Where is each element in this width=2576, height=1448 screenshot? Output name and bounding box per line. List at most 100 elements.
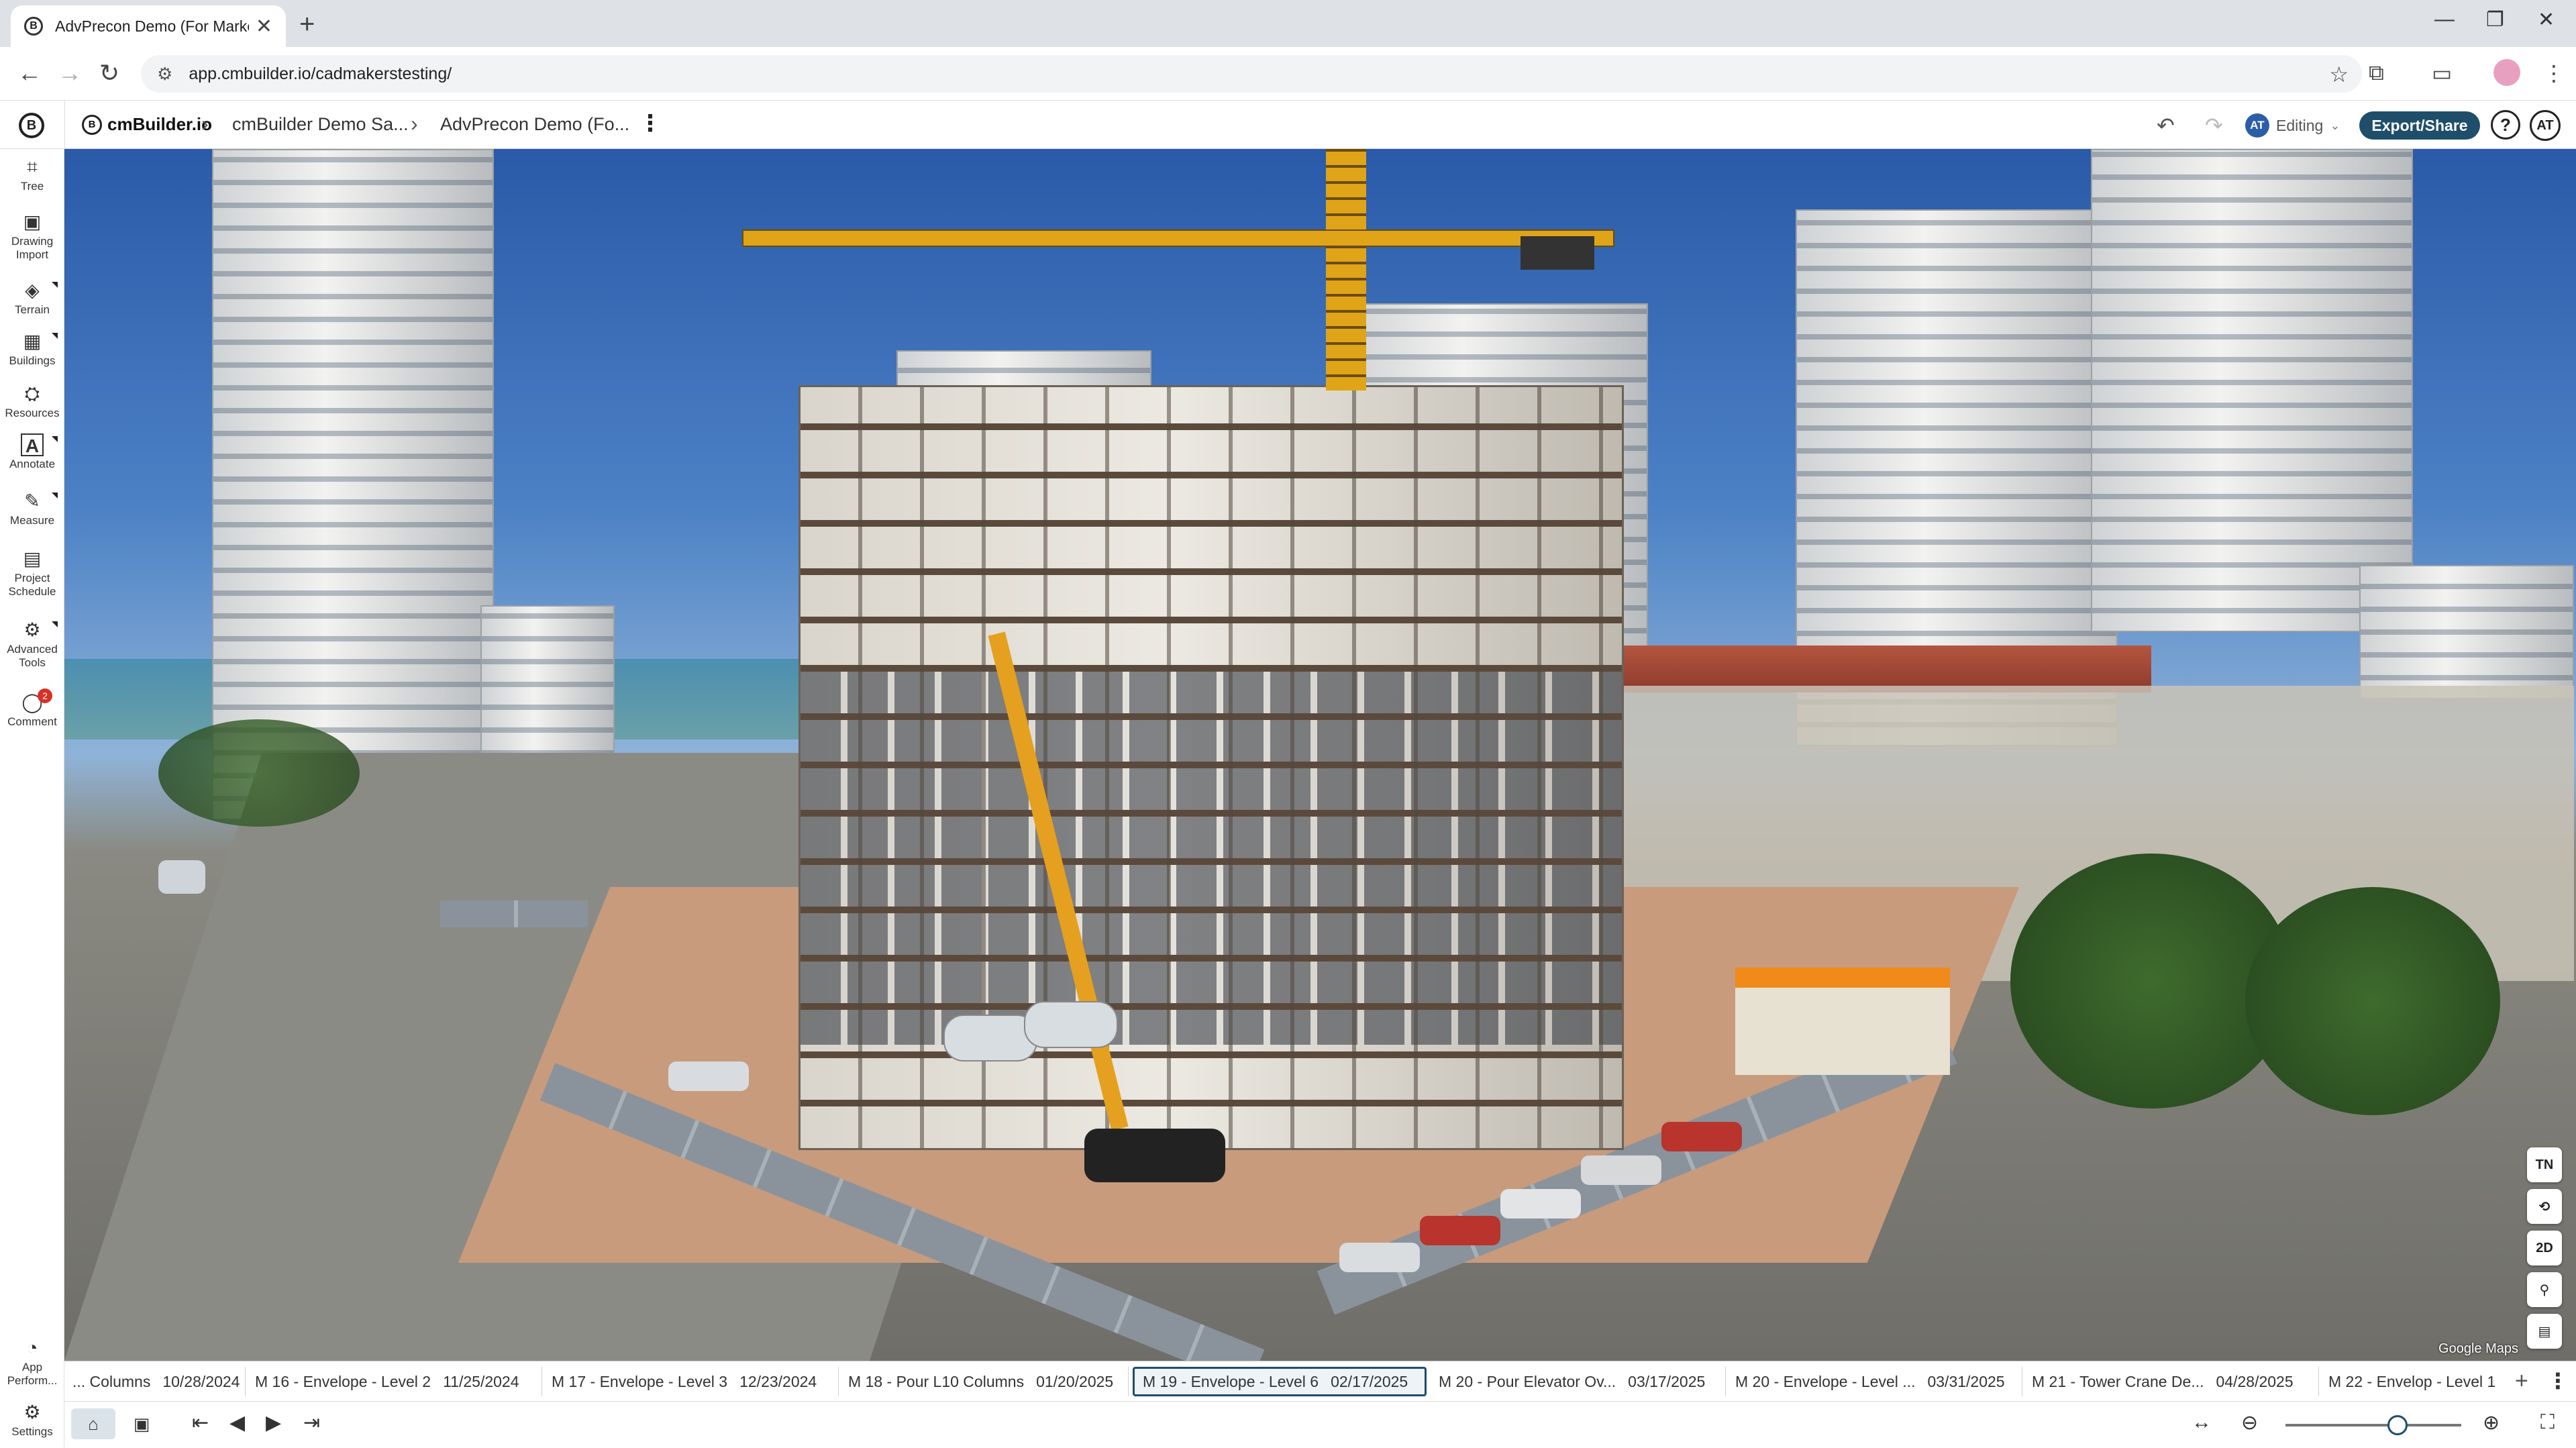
fit-timeline-icon[interactable]: ↔ — [2192, 1411, 2212, 1434]
terrain-icon: ◈ — [25, 280, 40, 301]
brand-name: cmBuilder.io — [107, 114, 213, 134]
zoom-in-icon[interactable]: ⊕ — [2483, 1411, 2500, 1435]
tool-measure[interactable]: ✎ Measure — [0, 490, 64, 527]
milestone-item[interactable]: M 20 - Pour Elevator Ov... 03/17/2025 — [1431, 1367, 1726, 1396]
parked-car — [1420, 1216, 1500, 1245]
pickup-truck — [668, 1062, 749, 1091]
tool-advanced-tools[interactable]: ⚙ Advanced Tools — [0, 619, 64, 670]
tool-app-performance[interactable]: ◔ App Perform... — [0, 1337, 64, 1388]
parked-car — [1500, 1189, 1581, 1219]
extensions-icon[interactable]: ⧉ — [2369, 60, 2384, 86]
orbit-button[interactable]: ⟲ — [2527, 1189, 2562, 1224]
building-under-construction[interactable] — [798, 385, 1624, 1150]
minimize-icon[interactable]: — — [2434, 8, 2455, 31]
zoom-out-icon[interactable]: ⊖ — [2241, 1411, 2258, 1435]
tree-icon: ⌗ — [27, 156, 38, 177]
milestone-item-active[interactable]: M 19 - Envelope - Level 6 02/17/2025 — [1133, 1367, 1427, 1396]
model-view-toggle-icon[interactable]: ⌂ — [71, 1408, 115, 1439]
tool-tree[interactable]: ⌗ Tree — [0, 156, 64, 193]
concrete-mixer-truck[interactable] — [943, 1015, 1037, 1062]
site-info-icon[interactable]: ⚙ — [157, 64, 172, 85]
concrete-mixer-truck[interactable] — [1024, 1001, 1118, 1048]
tool-comment[interactable]: 2 ◯ Comment — [0, 688, 64, 729]
drawing-import-icon: ▣ — [23, 211, 42, 232]
help-icon[interactable]: ? — [2491, 110, 2520, 140]
measure-icon: ✎ — [24, 490, 40, 511]
browser-tab[interactable]: B AdvPrecon Demo (For Marketin ✕ — [11, 5, 286, 47]
parked-car — [1581, 1155, 1661, 1185]
editing-mode-dropdown[interactable]: AT Editing ⌄ — [2245, 111, 2346, 140]
mobile-crane-base[interactable] — [1084, 1129, 1225, 1182]
tree-canopy — [158, 719, 360, 827]
street-view-button[interactable]: ⚲ — [2527, 1272, 2562, 1307]
breadcrumb-model[interactable]: AdvPrecon Demo (Fo... — [440, 114, 629, 135]
forward-icon[interactable]: → — [58, 59, 82, 87]
layers-button[interactable]: ▤ — [2527, 1314, 2562, 1349]
tool-terrain[interactable]: ◈ Terrain — [0, 279, 64, 317]
performance-gauge-icon: ◔ — [26, 1337, 38, 1358]
milestone-name: M 20 - Envelope - Level ... — [1735, 1372, 1916, 1390]
fullscreen-icon[interactable]: ⛶ — [2540, 1411, 2555, 1434]
model-menu-icon[interactable]: ⋮ — [639, 110, 662, 137]
timeline-zoom-slider[interactable] — [2285, 1424, 2461, 1427]
export-share-button[interactable]: Export/Share — [2359, 111, 2480, 140]
restore-icon[interactable]: ❐ — [2486, 8, 2504, 32]
tower-crane-counterweight — [1521, 236, 1594, 270]
skip-to-end-icon[interactable]: ⇥ — [303, 1411, 320, 1435]
app-logo-icon[interactable]: B — [19, 113, 44, 138]
close-window-icon[interactable]: ✕ — [2538, 8, 2555, 32]
tool-drawing-import[interactable]: ▣ Drawing Import — [0, 211, 64, 262]
milestone-item[interactable]: M 16 - Envelope - Level 2 11/25/2024 — [247, 1367, 542, 1396]
milestone-date: 03/17/2025 — [1628, 1372, 1706, 1390]
play-icon[interactable]: ▶ — [266, 1411, 281, 1435]
milestone-item[interactable]: M 21 - Tower Crane De... 04/28/2025 — [2024, 1367, 2319, 1396]
timeline-more-icon[interactable]: ⋮ — [2547, 1368, 2569, 1394]
image-view-toggle-icon[interactable]: ▣ — [119, 1408, 164, 1439]
2d-view-button[interactable]: 2D — [2527, 1231, 2562, 1265]
milestone-name: M 17 - Envelope - Level 3 — [552, 1372, 728, 1390]
brand-logo[interactable]: B cmBuilder.io — [82, 114, 212, 135]
tower-crane-jib[interactable] — [742, 229, 1614, 247]
milestone-item[interactable]: M 18 - Pour L10 Columns 01/20/2025 — [840, 1367, 1129, 1396]
milestone-item[interactable]: M 17 - Envelope - Level 3 12/23/2024 — [544, 1367, 839, 1396]
tool-resources[interactable]: ⛭ Resources — [0, 382, 64, 420]
tool-label: Measure — [9, 514, 55, 527]
tool-project-schedule[interactable]: ▤ Project Schedule — [0, 548, 64, 599]
milestone-name: M 22 - Envelop - Level 1 — [2328, 1372, 2496, 1390]
milestone-item[interactable]: ... Columns 10/28/2024 — [64, 1367, 246, 1396]
add-milestone-icon[interactable]: + — [2515, 1368, 2528, 1394]
site-fence — [440, 900, 588, 927]
tower-crane-mast[interactable] — [1326, 149, 1366, 391]
back-icon[interactable]: ← — [17, 59, 42, 87]
undo-icon[interactable]: ↶ — [2157, 113, 2175, 138]
zoom-slider-thumb[interactable] — [2387, 1415, 2408, 1435]
cast-icon[interactable]: ▭ — [2432, 60, 2452, 86]
profile-avatar[interactable] — [2493, 59, 2520, 86]
skip-to-start-icon[interactable]: ⇤ — [192, 1411, 209, 1435]
background-tower — [2091, 149, 2413, 632]
3d-viewport[interactable]: Google Maps TN ⟲ 2D ⚲ ▤ — [64, 149, 2576, 1361]
bookmark-star-icon[interactable]: ☆ — [2329, 62, 2349, 87]
breadcrumb-project[interactable]: cmBuilder Demo Sa... — [232, 114, 409, 135]
url-text: app.cmbuilder.io/cadmakerstesting/ — [189, 64, 452, 83]
background-building — [2359, 565, 2574, 699]
step-back-icon[interactable]: ◀ — [229, 1411, 245, 1435]
tool-settings[interactable]: ⚙ Settings — [0, 1401, 64, 1439]
redo-icon[interactable]: ↷ — [2205, 113, 2223, 138]
address-bar[interactable]: ⚙ app.cmbuilder.io/cadmakerstesting/ ☆ — [141, 55, 2362, 93]
tool-annotate[interactable]: A Annotate — [0, 433, 64, 471]
user-avatar[interactable]: AT — [2530, 110, 2561, 141]
brand-b-icon: B — [82, 114, 102, 135]
advanced-tools-icon: ⚙ — [23, 619, 41, 640]
schedule-icon: ▤ — [23, 548, 42, 569]
reload-icon[interactable]: ↻ — [99, 59, 119, 87]
tab-close-icon[interactable]: ✕ — [256, 15, 272, 38]
browser-menu-icon[interactable]: ⋮ — [2543, 60, 2565, 86]
milestone-name: M 20 - Pour Elevator Ov... — [1439, 1372, 1616, 1390]
new-tab-button[interactable]: + — [299, 9, 315, 40]
milestone-item[interactable]: M 20 - Envelope - Level ... 03/31/2025 — [1727, 1367, 2022, 1396]
north-compass-button[interactable]: TN — [2527, 1147, 2562, 1182]
milestone-item[interactable]: M 22 - Envelop - Level 1 — [2320, 1367, 2508, 1396]
tool-buildings[interactable]: ▦ Buildings — [0, 330, 64, 368]
site-office-trailer[interactable] — [1735, 968, 1950, 1075]
